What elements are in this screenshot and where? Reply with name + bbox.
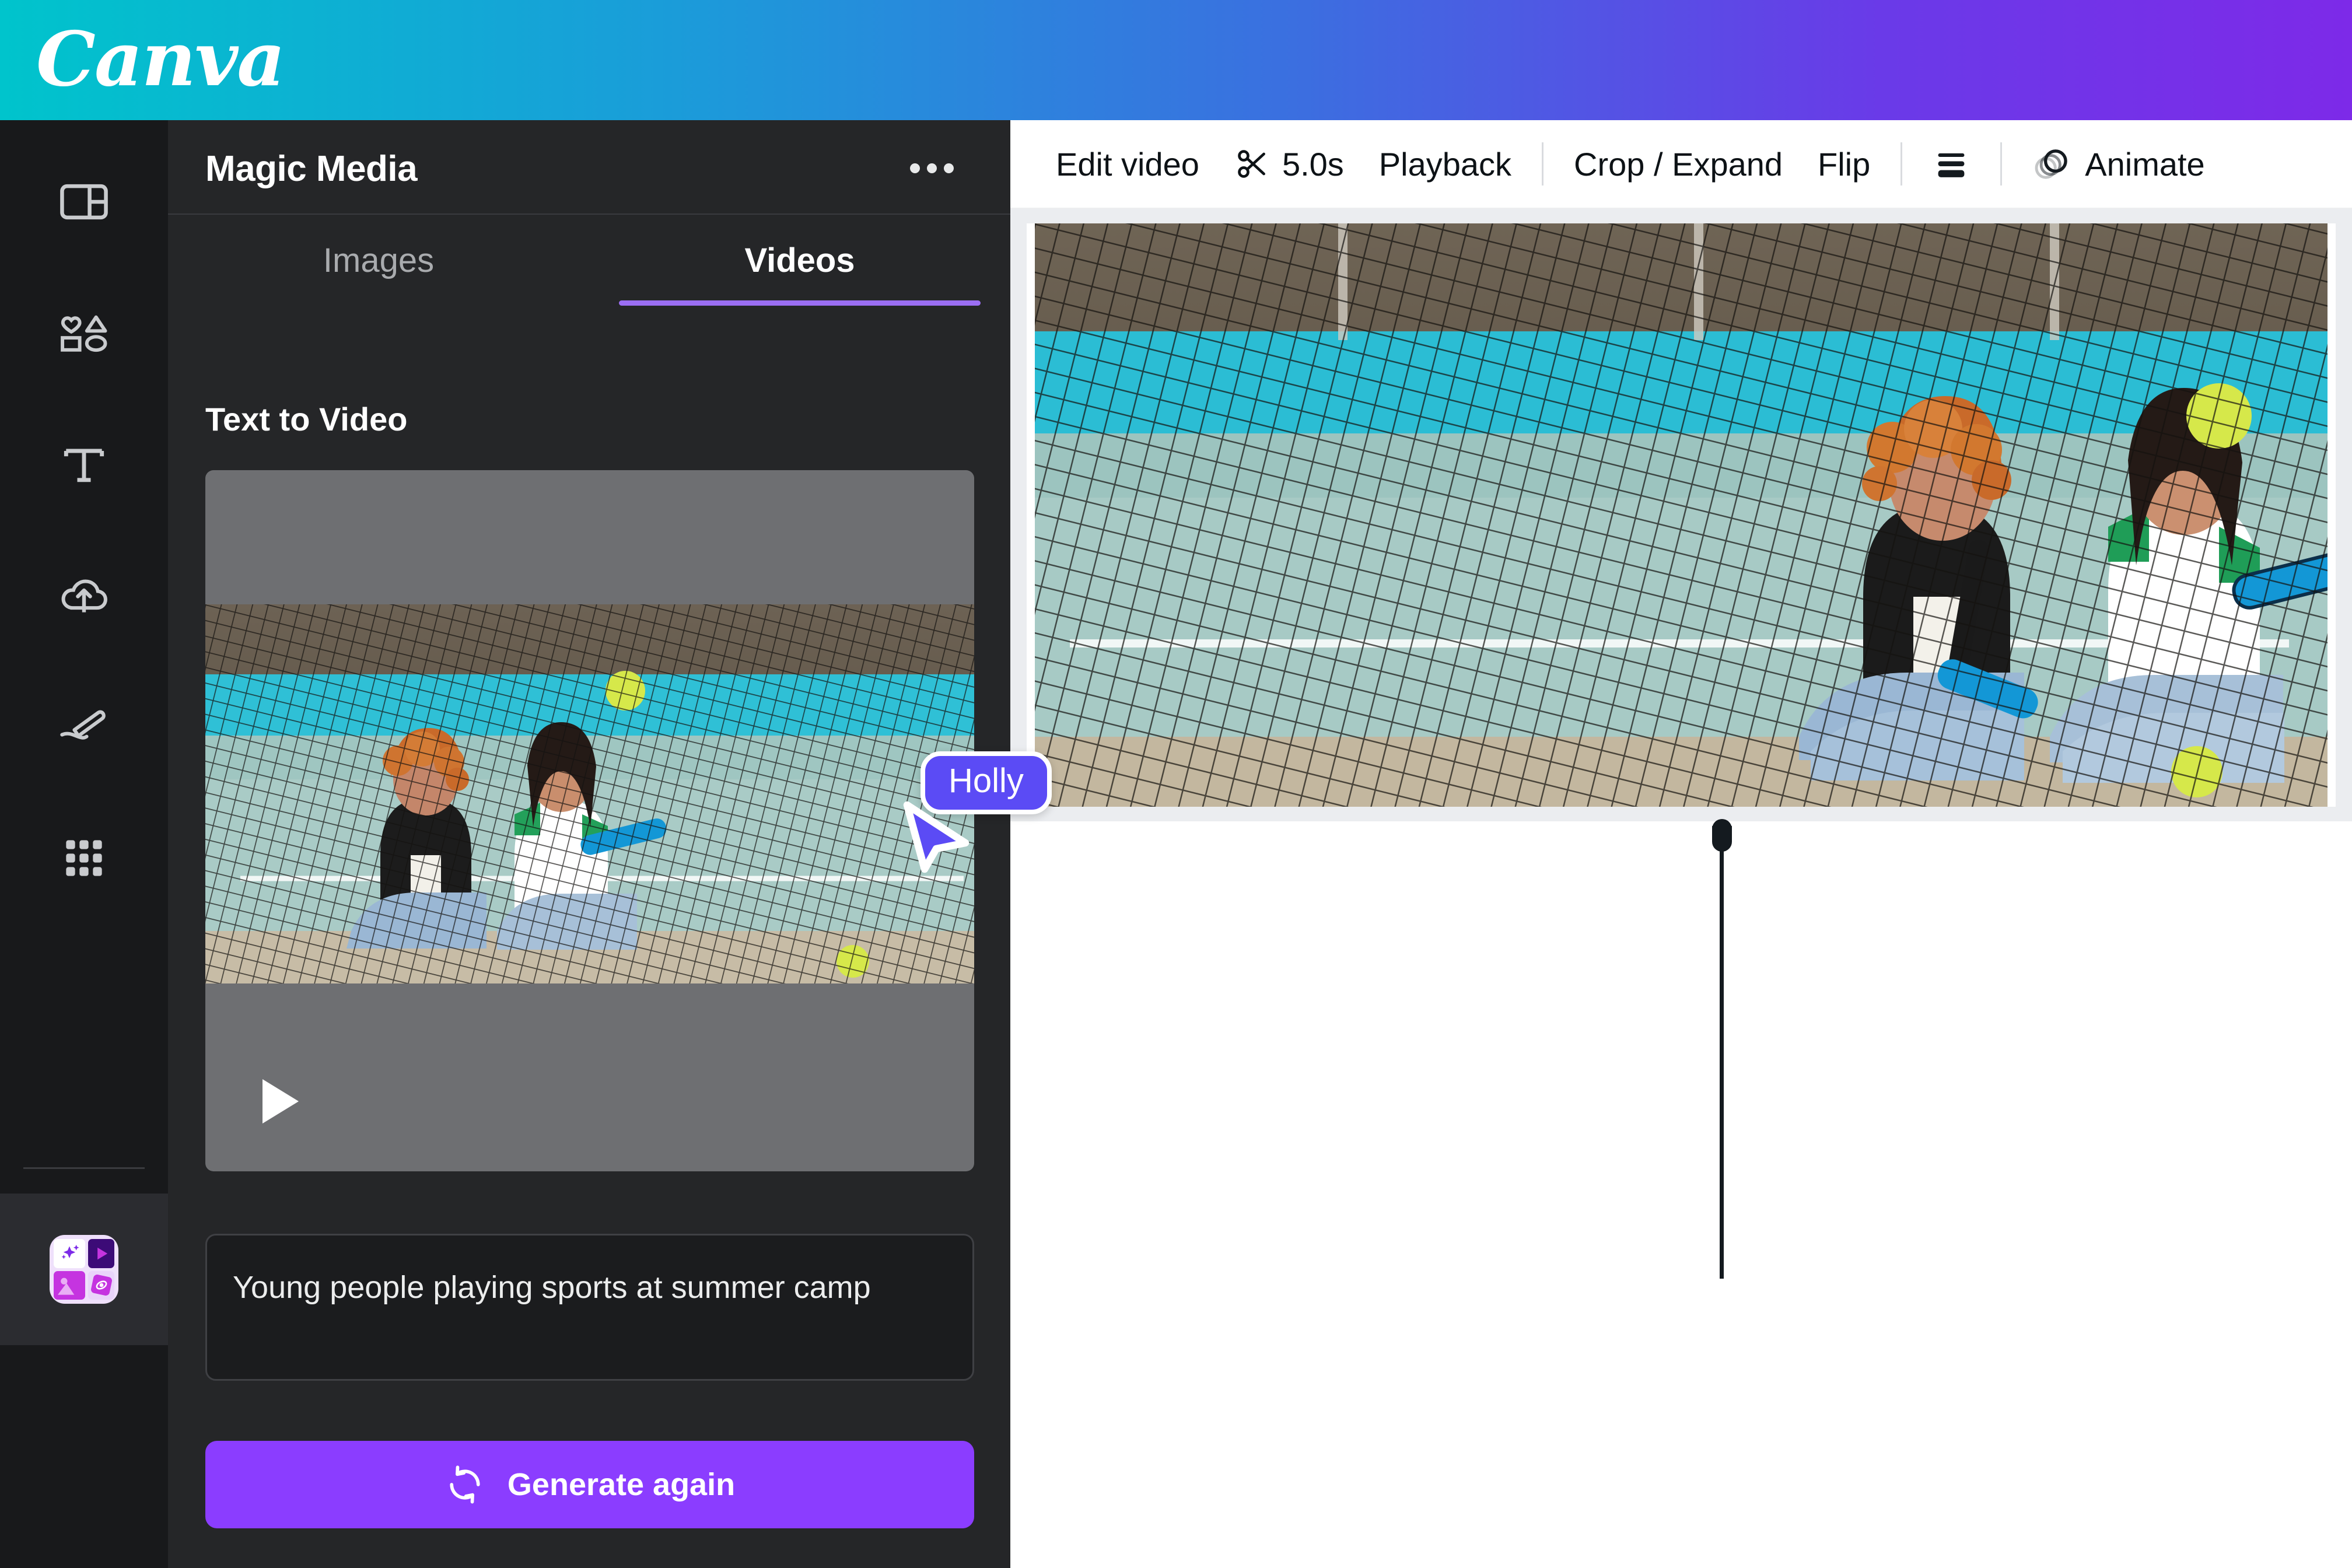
prompt-input[interactable]: Young people playing sports at summer ca…: [205, 1234, 974, 1381]
section-label-text-to-video: Text to Video: [205, 401, 408, 438]
collaborator-cursor-holly: Holly: [903, 751, 1052, 873]
dot: [926, 163, 937, 173]
sidebar-item-elements[interactable]: [0, 275, 168, 391]
apps-grid-icon: [66, 840, 102, 876]
uploads-icon: [61, 579, 107, 612]
tab-images[interactable]: Images: [168, 215, 589, 306]
sidebar-item-draw[interactable]: [0, 668, 168, 785]
sidebar-item-design[interactable]: [0, 144, 168, 260]
playback-label: Playback: [1378, 145, 1512, 183]
design-icon: [60, 184, 108, 220]
generated-video-preview[interactable]: [205, 470, 974, 1171]
crop-expand-button[interactable]: Crop / Expand: [1556, 135, 1800, 193]
text-icon: [64, 449, 104, 482]
cursor-pointer-icon: [903, 801, 970, 873]
panel-overflow-menu-button[interactable]: [900, 156, 964, 180]
preview-play-icon[interactable]: [262, 1079, 299, 1124]
sidebar-item-magic-media[interactable]: [0, 1194, 168, 1345]
video-toolbar: Edit video 5.0s Playback Crop / Expand F…: [1010, 120, 2352, 209]
canvas-video-element[interactable]: [1035, 223, 2328, 807]
video-thumbnail: [205, 604, 974, 984]
position-icon: [1938, 153, 1965, 177]
dot: [909, 163, 920, 173]
edit-video-label: Edit video: [1056, 145, 1199, 183]
sidebar-item-uploads[interactable]: [0, 537, 168, 654]
timeline: [1010, 819, 2352, 1567]
scissors-icon: [1238, 150, 1265, 178]
page-title: Magic Media: [205, 149, 418, 189]
generate-again-button[interactable]: Generate again: [205, 1441, 974, 1528]
edit-video-button[interactable]: Edit video: [1038, 135, 1217, 193]
sidebar-item-text[interactable]: [0, 406, 168, 523]
position-button[interactable]: [1915, 135, 1987, 193]
magic-media-app-icon: [50, 1235, 118, 1304]
crop-expand-label: Crop / Expand: [1574, 145, 1783, 183]
duration-label: 5.0s: [1282, 145, 1344, 183]
brand-header: Canva: [0, 0, 2352, 120]
flip-label: Flip: [1818, 145, 1871, 183]
dot: [943, 163, 954, 173]
generate-again-label: Generate again: [507, 1467, 736, 1502]
rail-divider: [23, 1167, 145, 1169]
canva-logo[interactable]: Canva: [36, 22, 285, 97]
animate-button[interactable]: Animate: [2015, 135, 2222, 193]
draw-pen-icon: [60, 710, 106, 740]
refresh-icon: [450, 1465, 480, 1504]
canvas-page[interactable]: [1027, 223, 2336, 807]
left-rail: [0, 120, 168, 1568]
sidebar-item-apps[interactable]: [0, 800, 168, 916]
playback-button[interactable]: Playback: [1362, 135, 1529, 193]
tab-videos[interactable]: Videos: [589, 215, 1010, 306]
canvas-area: [1010, 209, 2352, 821]
animate-label: Animate: [2085, 145, 2205, 183]
toolbar-divider: [1901, 142, 1903, 186]
trim-duration-button[interactable]: 5.0s: [1217, 135, 1362, 193]
animate-icon: [2035, 149, 2068, 179]
panel-tabs: Images Videos: [168, 215, 1010, 306]
playhead-line: [1720, 847, 1724, 1279]
flip-button[interactable]: Flip: [1800, 135, 1888, 193]
toolbar-divider: [1542, 142, 1544, 186]
editor-main: Edit video 5.0s Playback Crop / Expand F…: [1010, 120, 2352, 1568]
panel-header: Magic Media: [168, 120, 1010, 215]
toolbar-divider: [2000, 142, 2003, 186]
elements-icon: [61, 315, 107, 352]
